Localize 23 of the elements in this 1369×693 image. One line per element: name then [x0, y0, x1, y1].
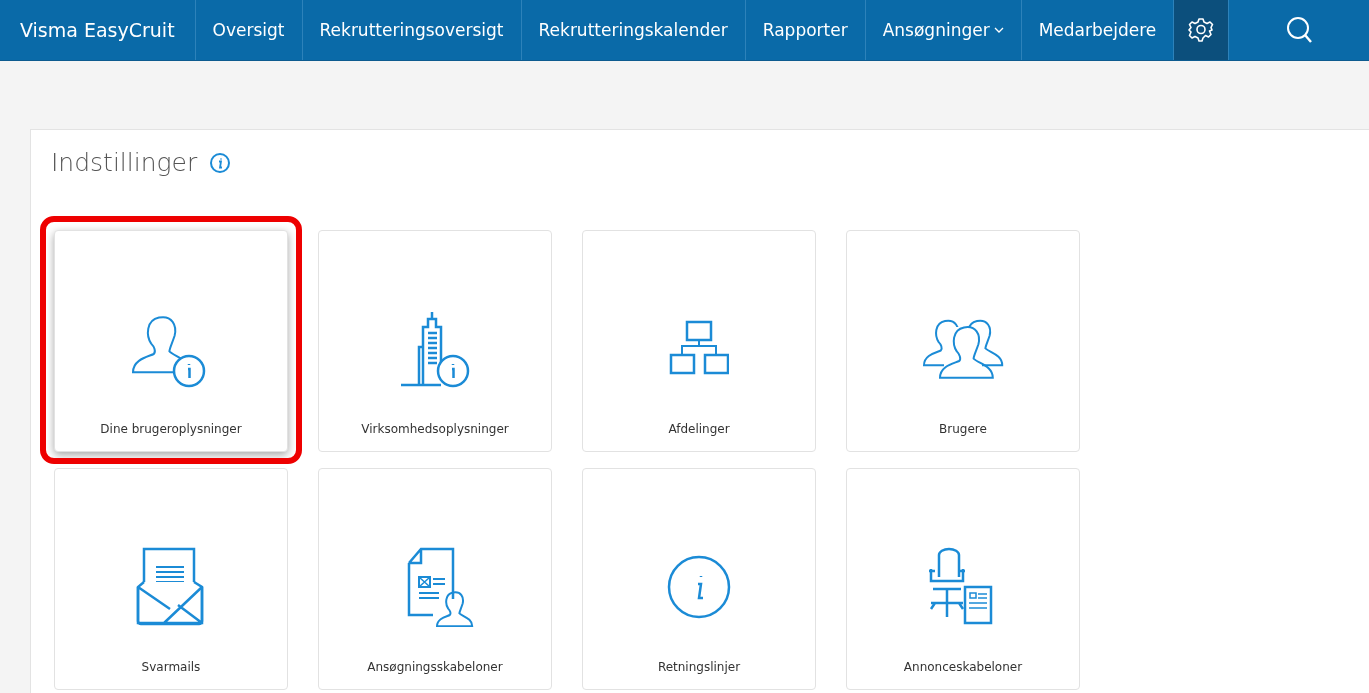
settings-tile[interactable]: Brugere	[846, 230, 1080, 452]
search-icon	[1285, 16, 1314, 44]
caret-icon	[993, 27, 1004, 33]
settings-tile[interactable]: Ansøgningsskabeloner	[318, 468, 552, 690]
brand-name[interactable]: Visma EasyCruit	[0, 0, 196, 60]
settings-tile[interactable]: Annonceskabeloner	[846, 468, 1080, 690]
settings-tile[interactable]: Svarmails	[54, 468, 288, 690]
nav-item[interactable]: Rapporter	[745, 0, 866, 60]
page-title: Indstillinger	[51, 148, 198, 177]
settings-tile[interactable]: Retningslinjer	[582, 468, 816, 690]
settings-tile[interactable]: Dine brugeroplysninger	[54, 230, 288, 452]
settings-icon	[1188, 17, 1215, 43]
users-icon	[922, 317, 1004, 381]
settings-tile[interactable]: Virksomhedsoplysninger	[318, 230, 552, 452]
info-icon	[666, 554, 732, 620]
nav-item[interactable]: Rekrutteringskalender	[521, 0, 746, 60]
info-icon[interactable]	[209, 151, 232, 174]
mail-icon	[136, 547, 206, 627]
nav-item[interactable]: Oversigt	[195, 0, 303, 60]
nav-item[interactable]: Ansøgninger	[865, 0, 1022, 60]
settings-tile[interactable]: Afdelinger	[582, 230, 816, 452]
nav-item[interactable]: Rekrutteringsoversigt	[302, 0, 522, 60]
settings-button[interactable]	[1174, 0, 1230, 60]
